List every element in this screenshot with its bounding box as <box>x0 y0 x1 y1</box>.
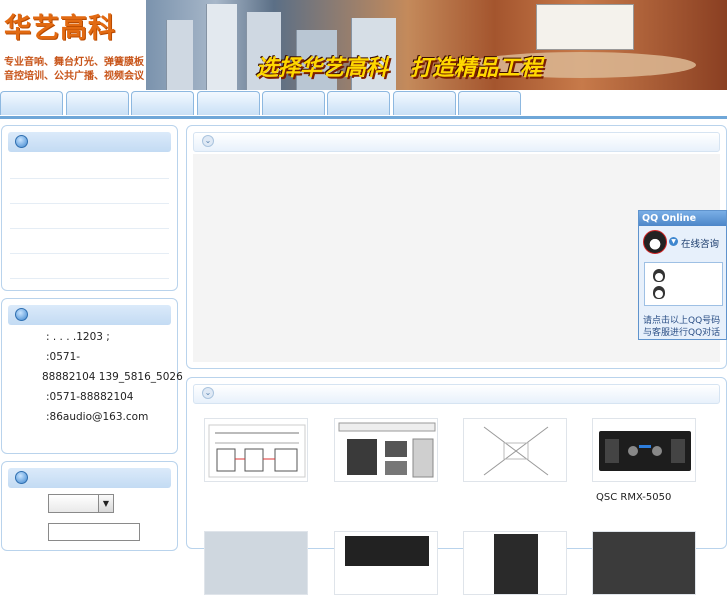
contact-panel-header <box>8 305 171 325</box>
product-graphic <box>205 532 307 594</box>
contact-address: : . . . .1203 ; <box>46 331 110 343</box>
conference-screen-graphic <box>536 4 634 50</box>
main-nav <box>0 90 727 119</box>
chevron-down-icon: ⌄ <box>202 135 214 147</box>
category-item[interactable] <box>10 179 169 204</box>
qq-penguin-icon[interactable] <box>653 269 665 282</box>
news-panel-header: ⌄ <box>193 132 720 152</box>
building-graphic <box>206 4 237 90</box>
qq-widget-title: QQ Online <box>639 211 726 226</box>
bracket-drawing-graphic <box>483 426 549 476</box>
qq-status-label: 在线咨询 <box>681 239 720 250</box>
contact-email: :86audio@163.com <box>46 411 149 423</box>
products-panel-header: ⌄ <box>193 384 720 404</box>
qq-penguin-icon[interactable] <box>653 286 665 299</box>
category-panel <box>1 125 178 291</box>
product-image[interactable] <box>592 418 696 482</box>
chevron-down-icon: ▼ <box>669 237 678 246</box>
banner-slogan: 选择华艺高科 打造精品工程 <box>256 55 543 81</box>
search-input[interactable] <box>48 523 140 541</box>
qq-note-line-1: 请点击以上QQ号码 <box>643 316 721 326</box>
chevron-down-icon: ⌄ <box>202 387 214 399</box>
category-item[interactable] <box>10 229 169 254</box>
category-panel-header <box>8 132 171 152</box>
product-image[interactable] <box>204 418 308 482</box>
product-graphic <box>494 534 538 594</box>
nav-tab-8[interactable] <box>458 91 521 115</box>
product-image[interactable] <box>334 418 438 482</box>
category-item[interactable] <box>10 154 169 179</box>
product-image[interactable] <box>463 531 567 595</box>
product-graphic <box>345 536 429 566</box>
nav-tab-1[interactable] <box>0 91 63 115</box>
logo-tagline-2: 音控培训、公共广播、视频会议 <box>4 71 144 82</box>
chevron-down-icon <box>15 135 28 148</box>
qq-status-row[interactable]: ▼ 在线咨询 <box>643 230 726 260</box>
chevron-down-icon <box>15 471 28 484</box>
building-graphic <box>166 20 193 90</box>
site-header: 华艺高科 专业音响、舞台灯光、弹簧膜板 音控培训、公共广播、视频会议 选择华艺高… <box>0 0 727 90</box>
amplifier-graphic <box>599 431 691 471</box>
product-caption: QSC RMX-5050 <box>596 492 672 503</box>
qq-note: 请点击以上QQ号码 与客服进行QQ对话 <box>643 315 720 339</box>
dropdown-arrow-icon[interactable]: ▼ <box>98 495 113 512</box>
nav-tab-7[interactable] <box>393 91 456 115</box>
product-image[interactable] <box>204 531 308 595</box>
category-item[interactable] <box>10 254 169 279</box>
equipment-rack-graphic <box>338 422 436 478</box>
nav-tab-4[interactable] <box>197 91 260 115</box>
product-image[interactable] <box>592 531 696 595</box>
nav-tab-5[interactable] <box>262 91 325 115</box>
nav-tab-6[interactable] <box>327 91 390 115</box>
qq-note-line-2: 与客服进行QQ对话 <box>643 328 721 338</box>
nav-tab-2[interactable] <box>66 91 129 115</box>
qq-contact-list <box>644 262 723 306</box>
header-banner: 选择华艺高科 打造精品工程 <box>146 0 727 90</box>
product-graphic <box>593 532 695 594</box>
category-item[interactable] <box>10 204 169 229</box>
category-select[interactable]: ▼ <box>48 494 114 513</box>
contact-panel: : . . . .1203 ; :0571- 88882104 139_5816… <box>1 298 183 454</box>
product-image[interactable] <box>334 531 438 595</box>
chevron-down-icon <box>15 308 28 321</box>
site-logo[interactable]: 华艺高科 专业音响、舞台灯光、弹簧膜板 音控培训、公共广播、视频会议 <box>0 0 146 90</box>
nav-tab-3[interactable] <box>131 91 194 115</box>
product-image[interactable] <box>463 418 567 482</box>
contact-fax: :0571-88882104 <box>46 391 134 403</box>
contact-phone-label: :0571- <box>46 351 81 363</box>
contact-phone-numbers: 88882104 139_5816_5026 <box>42 371 183 383</box>
search-panel-header <box>8 468 171 488</box>
logo-tagline-1: 专业音响、舞台灯光、弹簧膜板 <box>4 57 144 68</box>
logo-title: 华艺高科 <box>4 13 116 44</box>
wiring-diagram-graphic <box>208 424 306 478</box>
qq-online-widget: QQ Online ▼ 在线咨询 请点击以上QQ号码 与客服进行QQ对话 <box>638 210 727 340</box>
qq-avatar-icon <box>643 230 667 254</box>
